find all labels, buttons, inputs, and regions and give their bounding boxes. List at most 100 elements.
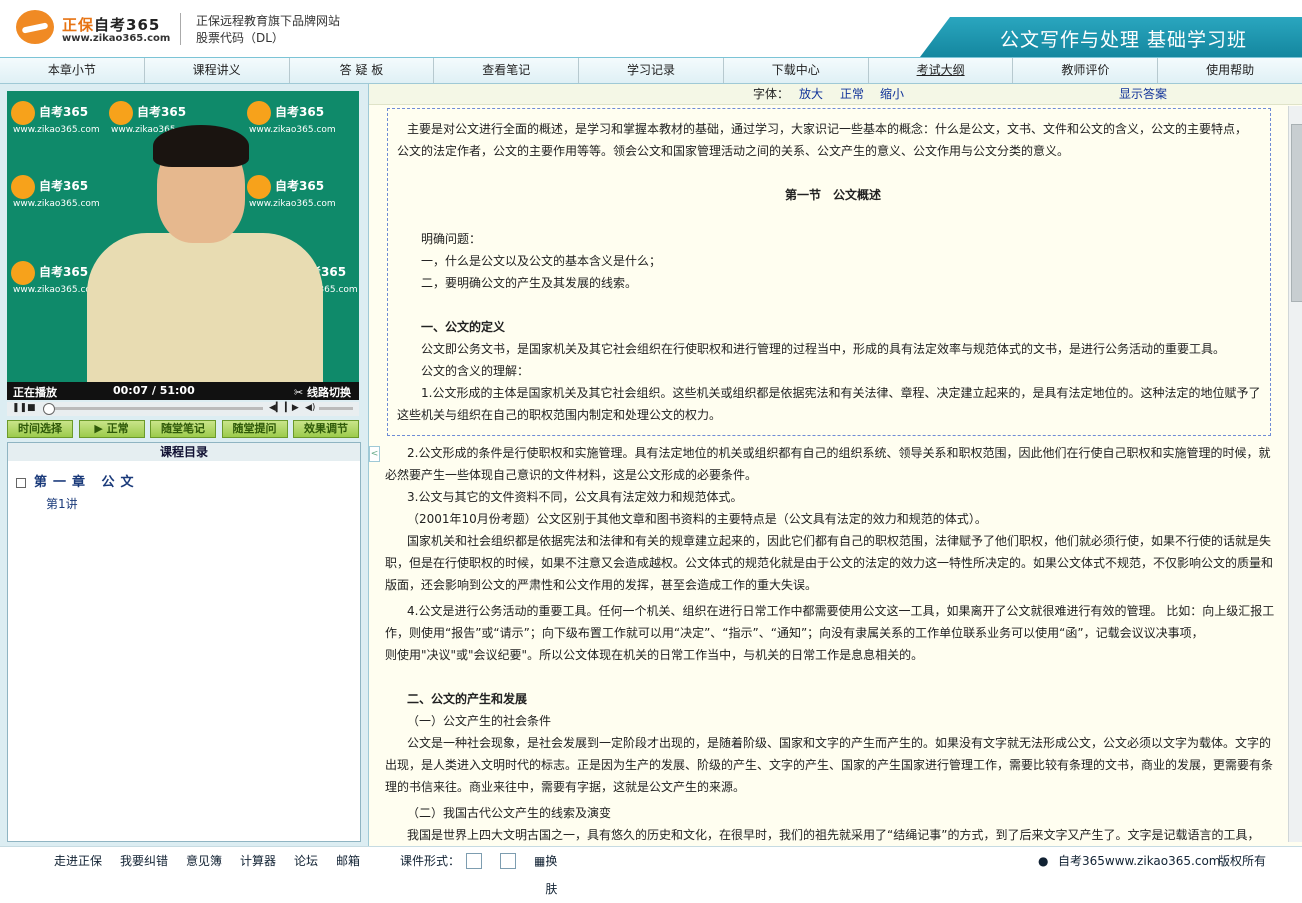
question-heading: 明确问题： <box>421 232 482 246</box>
presenter-hair <box>153 125 249 167</box>
paragraph: 2.公文形成的条件是行使职权和实施管理。具有法定地位的机关或组织都有自己的组织系… <box>407 446 1271 460</box>
paragraph: 必然要产生一些体现自己意识的文件材料，这是公文形成的必要条件。 <box>385 468 758 482</box>
collapse-panel-icon[interactable]: < <box>369 446 380 462</box>
rewind-icon[interactable]: ◀▎ <box>269 403 283 413</box>
paragraph: 出现，是人类进入文明时代的标志。正是因为生产的发展、阶级的产生、文字的产生、国家… <box>385 758 1274 772</box>
progress-bar[interactable] <box>43 407 263 410</box>
footer-site: 自考365www.zikao365.com <box>1058 854 1221 868</box>
lecture-content: 主要是对公文进行全面的概述，是学习和掌握本教材的基础，通过学习，大家识记一些基本… <box>383 106 1279 842</box>
toc-header: 课程目录 <box>7 442 361 462</box>
nav-study-record[interactable]: 学习记录 <box>579 58 724 83</box>
paragraph: 这些机关与组织在自己的职权范围内制定和处理公文的权力。 <box>397 408 722 422</box>
paragraph: 则使用"决议"或"会议纪要"。所以公文体现在机关的日常工作当中，与机关的日常工作… <box>385 648 924 662</box>
lecture-panel: 字体： 放大 正常 缩小 显示答案 < 主要是对公文进行全面的概述，是学习和掌握… <box>368 84 1302 846</box>
nav-view-notes[interactable]: 查看笔记 <box>434 58 580 83</box>
content-toolbar: 字体： 放大 正常 缩小 显示答案 <box>369 84 1302 105</box>
subsection-heading: （二）我国古代公文产生的线索及演变 <box>407 806 612 820</box>
site-footer: 走进正保 我要纠错 意见簿 计算器 论坛 邮箱 课件形式： ▦ 换肤 ● 自考36… <box>0 846 1302 896</box>
intro-text: 公文的法定作者，公文的主要作用等等。领会公文和国家管理活动之间的关系、公文产生的… <box>397 144 1070 158</box>
player-button-row: 时间选择 ▶ 正常 随堂笔记 随堂提问 效果调节 <box>7 420 359 440</box>
watermark-logo: 自考365www.zikao365.com <box>247 97 336 149</box>
playback-time: 00:07 / 51:00 <box>113 384 195 397</box>
stock-code: 股票代码（DL） <box>196 31 284 45</box>
paragraph: 3.公文与其它的文件资料不同，公文具有法定效力和规范体式。 <box>407 490 743 504</box>
paragraph: 4.公文是进行公务活动的重要工具。任何一个机关、组织在进行日常工作中都需要使用公… <box>407 604 1275 618</box>
video-player[interactable]: 自考365 www.zikao365.com 自考365 www.zikao365.… <box>7 91 359 383</box>
logo-url: www.zikao365.com <box>62 33 171 44</box>
watermark-logo: 自考365www.zikao365.com <box>11 97 100 149</box>
copyright: 版权所有 <box>1218 854 1267 868</box>
presenter-body <box>87 233 323 383</box>
font-shrink-link[interactable]: 缩小 <box>880 84 904 104</box>
paragraph: 版面，还会影响到公文的严肃性和公文作用的发挥，甚至会造成工作的重大失误。 <box>385 578 818 592</box>
logo-text: 正保自考365 <box>62 16 161 34</box>
class-notes-button[interactable]: 随堂笔记 <box>150 420 216 438</box>
nav-teacher-rating[interactable]: 教师评价 <box>1013 58 1159 83</box>
paragraph: 公文的含义的理解： <box>421 364 530 378</box>
skin-button[interactable]: ▦ 换肤 <box>534 847 557 896</box>
nav-lecture-notes[interactable]: 课程讲义 <box>145 58 290 83</box>
font-size-label: 字体： <box>753 87 790 101</box>
question-item: 一，什么是公文以及公文的基本含义是什么； <box>421 254 662 268</box>
footer-link-about[interactable]: 走进正保 <box>54 847 102 875</box>
line-switch-button[interactable]: ✂ 线路切换 <box>294 384 351 400</box>
class-question-button[interactable]: 随堂提问 <box>221 420 288 438</box>
definition-text: 公文即公务文书，是国家机关及其它社会组织在行使职权和进行管理的过程当中，形成的具… <box>421 342 1226 356</box>
show-answer-link[interactable]: 显示答案 <box>1119 84 1167 104</box>
play-status: 正在播放 <box>13 386 57 399</box>
brand-tagline: 正保远程教育旗下品牌网站 <box>196 14 341 28</box>
font-normal-link[interactable]: 正常 <box>840 84 864 104</box>
site-header: 正保自考365 www.zikao365.com 正保远程教育旗下品牌网站 股票… <box>0 0 1302 58</box>
volume-icon[interactable]: ◀) <box>305 403 315 413</box>
font-enlarge-link[interactable]: 放大 <box>799 84 823 104</box>
content-scrollbar[interactable] <box>1288 106 1302 842</box>
toc-chapter[interactable]: 第一章 公文 <box>16 471 140 490</box>
subsection-heading: （一）公文产生的社会条件 <box>407 714 552 728</box>
left-panel: 自考365 www.zikao365.com 自考365 www.zikao365.… <box>0 84 368 846</box>
paragraph: 1.公文形成的主体是国家机关及其它社会组织。这些机关或组织都是依据宪法和有关法律… <box>421 386 1261 400</box>
nav-qa-board[interactable]: 答 疑 板 <box>290 58 435 83</box>
paragraph: 国家机关和社会组织都是依据宪法和法律和有关的规章建立起来的，因此它们都有自己的职… <box>407 534 1272 548</box>
footer-link-report-error[interactable]: 我要纠错 <box>120 847 168 875</box>
intro-text: 主要是对公文进行全面的概述，是学习和掌握本教材的基础，通过学习，大家识记一些基本… <box>407 122 1248 136</box>
player-controls: ❚❚ ■ ◀▎ ▎▶ ◀) <box>7 402 359 416</box>
pause-icon[interactable]: ❚❚ <box>12 403 27 413</box>
footer-link-forum[interactable]: 论坛 <box>294 847 318 875</box>
question-item: 二，要明确公文的产生及其发展的线索。 <box>421 276 638 290</box>
toc-lesson[interactable]: 第1讲 <box>46 495 78 512</box>
footer-link-calculator[interactable]: 计算器 <box>240 847 276 875</box>
watermark-logo: 自考365www.zikao365.com <box>11 171 100 223</box>
nav-exam-syllabus[interactable]: 考试大纲 <box>869 58 1014 83</box>
nav-chapter-summary[interactable]: 本章小节 <box>0 58 145 83</box>
footer-logo-icon: ● <box>1038 854 1049 868</box>
paragraph: 公文是一种社会现象，是社会发展到一定阶段才出现的，是随着阶级、国家和文字的产生而… <box>407 736 1272 750</box>
courseware-form-label: 课件形式： <box>400 854 461 868</box>
speed-normal-button[interactable]: ▶ 正常 <box>78 420 145 438</box>
scrollbar-thumb[interactable] <box>1291 124 1302 302</box>
subsection-title: 二、公文的产生和发展 <box>407 692 528 706</box>
watermark-logo: 自考365www.zikao365.com <box>11 257 100 309</box>
video-status-bar: 正在播放 00:07 / 51:00 ✂ 线路切换 <box>7 382 359 400</box>
progress-handle[interactable] <box>43 403 55 415</box>
volume-slider[interactable] <box>319 407 353 410</box>
paragraph: 我国是世界上四大文明古国之一，具有悠久的历史和文化，在很早时，我们的祖先就采用了… <box>407 828 1260 842</box>
watermark-logo: 自考365www.zikao365.com <box>247 171 336 223</box>
course-toc: 第一章 公文 第1讲 <box>7 461 361 842</box>
effect-adjust-button[interactable]: 效果调节 <box>293 420 359 438</box>
nav-download-center[interactable]: 下载中心 <box>724 58 869 83</box>
subsection-title: 一、公文的定义 <box>421 320 506 334</box>
stop-icon[interactable]: ■ <box>27 403 36 413</box>
exam-question: （2001年10月份考题）公文区别于其他文章和图书资料的主要特点是（公文具有法定… <box>407 512 987 526</box>
time-select-button[interactable]: 时间选择 <box>7 420 73 438</box>
nav-help[interactable]: 使用帮助 <box>1158 58 1302 83</box>
footer-link-mail[interactable]: 邮箱 <box>336 847 360 875</box>
main-nav: 本章小节 课程讲义 答 疑 板 查看笔记 学习记录 下载中心 考试大纲 教师评价… <box>0 58 1302 84</box>
paragraph: 职，但是在行使职权的时候，如果不注意又会造成越权。公文体式的规范化就是由于公文的… <box>385 556 1274 570</box>
forward-icon[interactable]: ▎▶ <box>285 403 299 413</box>
paragraph: 理的书信来往。商业来往中，需要有字据，这就是公文产生的来源。 <box>385 780 746 794</box>
expand-icon[interactable] <box>16 477 26 488</box>
footer-link-feedback[interactable]: 意见簿 <box>186 847 222 875</box>
header-divider <box>180 13 181 45</box>
paragraph: 作，则使用“报告”或“请示”；向下级布置工作就可以用“决定”、“指示”、“通知”… <box>385 626 1204 640</box>
course-title: 公文写作与处理 基础学习班 <box>1000 29 1248 51</box>
